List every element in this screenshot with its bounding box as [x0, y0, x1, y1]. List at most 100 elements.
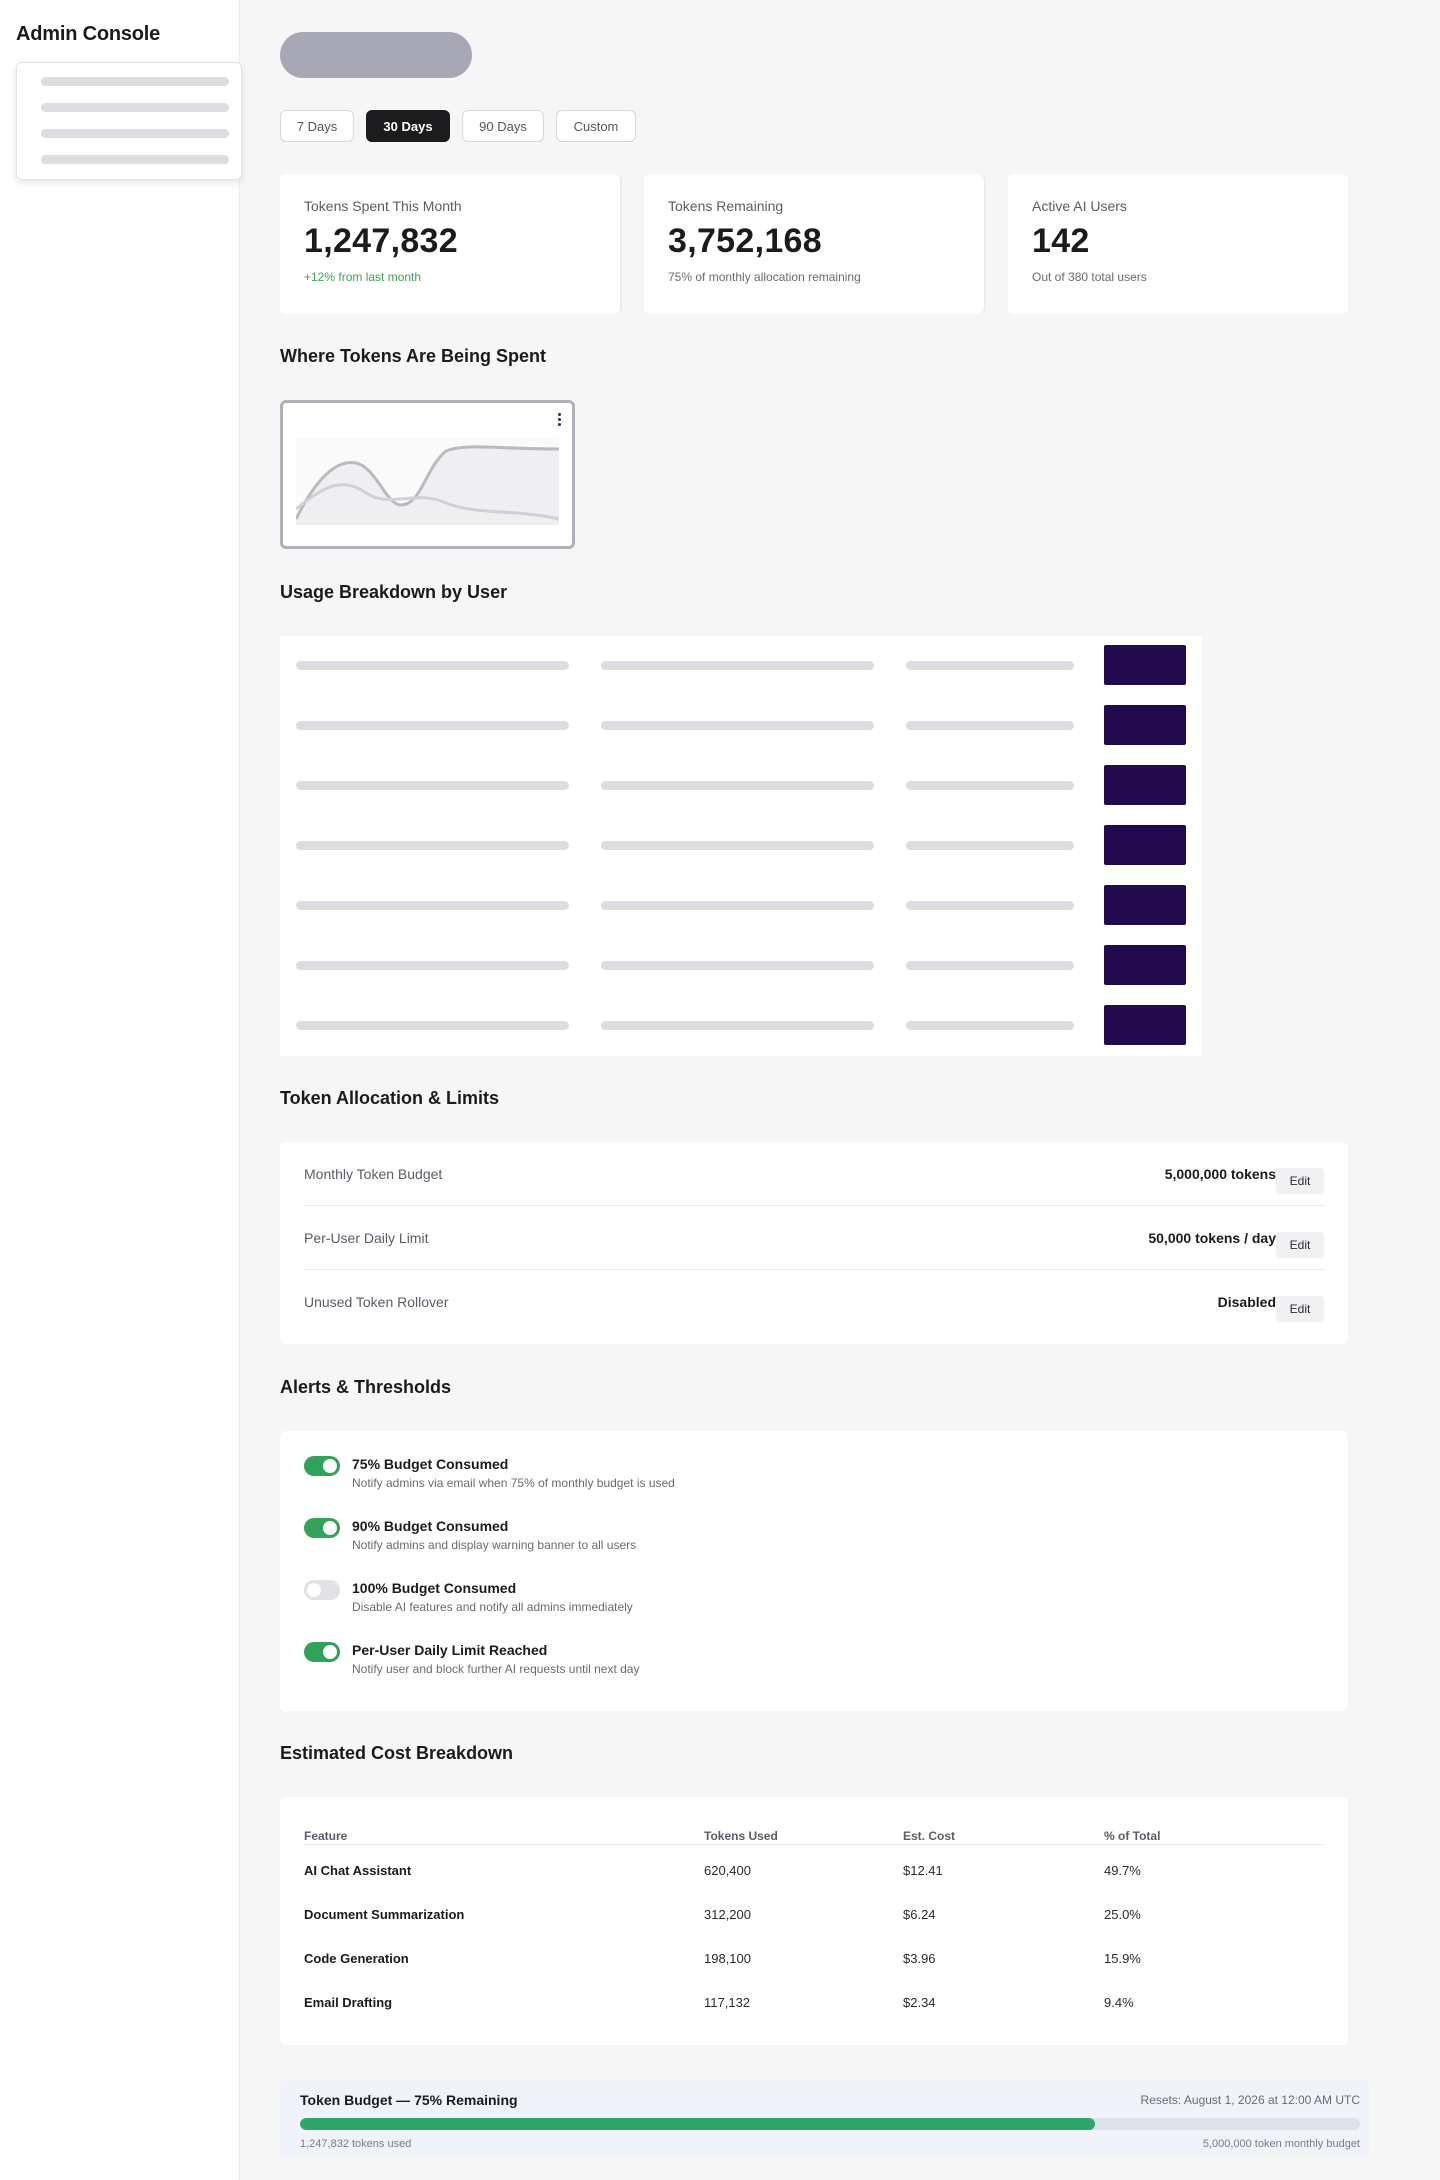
section-title-cost: Estimated Cost Breakdown — [280, 1743, 514, 1763]
alert-title: 75% Budget Consumed — [352, 1456, 509, 1472]
cell-placeholder — [296, 961, 569, 970]
table-row: Email Drafting 117,132 $2.34 9.4% — [304, 1981, 1324, 2025]
stat-label: Tokens Spent This Month — [304, 198, 462, 214]
cell-placeholder — [296, 841, 569, 850]
allocation-row-daily-limit: Per-User Daily Limit 50,000 tokens / day… — [304, 1206, 1324, 1270]
column-header-tokens-used: Tokens Used — [704, 1829, 778, 1843]
column-header-percent-total: % of Total — [1104, 1829, 1161, 1843]
cell-placeholder — [601, 841, 874, 850]
budget-total-label: 5,000,000 token monthly budget — [1202, 2138, 1360, 2150]
stat-value: 1,247,832 — [304, 222, 458, 260]
stat-subtext: 75% of monthly allocation remaining — [668, 270, 861, 284]
budget-progress-track — [300, 2118, 1360, 2130]
table-row: Document Summarization 312,200 $6.24 25.… — [304, 1893, 1324, 1937]
edit-monthly-budget-button[interactable]: Edit — [1276, 1168, 1324, 1194]
allocation-value: 5,000,000 tokens — [1164, 1166, 1276, 1182]
cell-placeholder — [296, 901, 569, 910]
token-budget-banner: Token Budget — 75% Remaining Resets: Aug… — [280, 2080, 1370, 2156]
cell-placeholder — [906, 841, 1074, 850]
cell-feature: AI Chat Assistant — [304, 1863, 412, 1878]
row-action-button[interactable] — [1104, 825, 1186, 865]
cell-cost: $6.24 — [903, 1907, 936, 1922]
alerts-card: 75% Budget Consumed Notify admins via em… — [280, 1431, 1348, 1711]
row-action-button[interactable] — [1104, 885, 1186, 925]
alert-title: 90% Budget Consumed — [352, 1518, 509, 1534]
cell-feature: Code Generation — [304, 1951, 409, 1966]
cell-placeholder — [601, 901, 874, 910]
nav-item-placeholder[interactable] — [41, 129, 229, 138]
range-tab-90-days[interactable]: 90 Days — [462, 110, 544, 142]
allocation-value: 50,000 tokens / day — [1148, 1230, 1276, 1246]
range-tab-30-days[interactable]: 30 Days — [366, 110, 450, 142]
edit-daily-limit-button[interactable]: Edit — [1276, 1232, 1324, 1258]
more-options-icon[interactable] — [558, 413, 562, 428]
cell-tokens: 312,200 — [704, 1907, 751, 1922]
allocation-label: Unused Token Rollover — [304, 1294, 449, 1310]
section-title-allocation: Token Allocation & Limits — [280, 1088, 500, 1108]
page-title-placeholder — [280, 32, 472, 78]
cell-placeholder — [906, 961, 1074, 970]
alert-description: Notify admins and display warning banner… — [352, 1538, 637, 1552]
cell-placeholder — [601, 1021, 874, 1030]
stat-subtext: Out of 380 total users — [1032, 270, 1147, 284]
allocation-label: Monthly Token Budget — [304, 1166, 443, 1182]
column-header-feature: Feature — [304, 1829, 348, 1843]
alert-description: Notify user and block further AI request… — [352, 1662, 640, 1676]
budget-progress-fill — [300, 2118, 1095, 2130]
row-action-button[interactable] — [1104, 705, 1186, 745]
row-action-button[interactable] — [1104, 945, 1186, 985]
sidebar: Admin Console — [0, 0, 242, 2180]
alert-daily-limit: Per-User Daily Limit Reached Notify user… — [304, 1640, 1304, 1690]
cell-placeholder — [906, 781, 1074, 790]
range-tab-7-days[interactable]: 7 Days — [280, 110, 354, 142]
row-action-button[interactable] — [1104, 765, 1186, 805]
cell-cost: $12.41 — [903, 1863, 943, 1878]
alert-75-toggle[interactable] — [304, 1456, 340, 1476]
column-header-est-cost: Est. Cost — [903, 1829, 956, 1843]
budget-used-label: 1,247,832 tokens used — [300, 2138, 412, 2150]
row-action-button[interactable] — [1104, 645, 1186, 685]
cell-placeholder — [906, 721, 1074, 730]
cell-percent: 25.0% — [1104, 1907, 1141, 1922]
nav-item-placeholder[interactable] — [41, 103, 229, 112]
alert-description: Disable AI features and notify all admin… — [352, 1600, 633, 1614]
alert-90-percent: 90% Budget Consumed Notify admins and di… — [304, 1516, 1304, 1566]
cell-placeholder — [906, 901, 1074, 910]
nav-item-placeholder[interactable] — [41, 155, 229, 164]
spend-chart-widget[interactable] — [280, 400, 575, 549]
range-tab-custom[interactable]: Custom — [556, 110, 636, 142]
alert-daily-limit-toggle[interactable] — [304, 1642, 340, 1662]
edit-rollover-button[interactable]: Edit — [1276, 1296, 1324, 1322]
stat-card-tokens-spent: Tokens Spent This Month 1,247,832 +12% f… — [280, 174, 620, 314]
alert-description: Notify admins via email when 75% of mont… — [352, 1476, 675, 1490]
cell-percent: 9.4% — [1104, 1995, 1134, 2010]
stat-value: 142 — [1032, 222, 1090, 260]
cell-feature: Document Summarization — [304, 1907, 465, 1922]
alert-title: 100% Budget Consumed — [352, 1580, 517, 1596]
cell-placeholder — [601, 721, 874, 730]
cell-placeholder — [296, 721, 569, 730]
cell-tokens: 620,400 — [704, 1863, 751, 1878]
cost-table: Feature Tokens Used Est. Cost % of Total… — [280, 1797, 1348, 2045]
stat-card-active-users: Active AI Users 142 Out of 380 total use… — [1008, 174, 1348, 314]
alert-100-toggle[interactable] — [304, 1580, 340, 1600]
alert-75-percent: 75% Budget Consumed Notify admins via em… — [304, 1454, 1304, 1504]
allocation-row-monthly-budget: Monthly Token Budget 5,000,000 tokens Ed… — [304, 1142, 1324, 1206]
table-row: AI Chat Assistant 620,400 $12.41 49.7% — [304, 1849, 1324, 1893]
row-action-button[interactable] — [1104, 1005, 1186, 1045]
spend-area-chart-thumbnail — [296, 439, 559, 525]
cell-placeholder — [601, 781, 874, 790]
allocation-row-rollover: Unused Token Rollover Disabled Edit — [304, 1270, 1324, 1334]
allocation-card: Monthly Token Budget 5,000,000 tokens Ed… — [280, 1142, 1348, 1344]
stat-label: Tokens Remaining — [668, 198, 784, 214]
cell-tokens: 198,100 — [704, 1951, 751, 1966]
section-title-alerts: Alerts & Thresholds — [280, 1377, 452, 1397]
nav-item-placeholder[interactable] — [41, 77, 229, 86]
alert-90-toggle[interactable] — [304, 1518, 340, 1538]
cell-placeholder — [906, 1021, 1074, 1030]
cell-cost: $3.96 — [903, 1951, 936, 1966]
stat-trend: +12% from last month — [304, 270, 422, 284]
section-title-usage: Usage Breakdown by User — [280, 582, 508, 602]
cell-placeholder — [296, 661, 569, 670]
table-row: Code Generation 198,100 $3.96 15.9% — [304, 1937, 1324, 1981]
